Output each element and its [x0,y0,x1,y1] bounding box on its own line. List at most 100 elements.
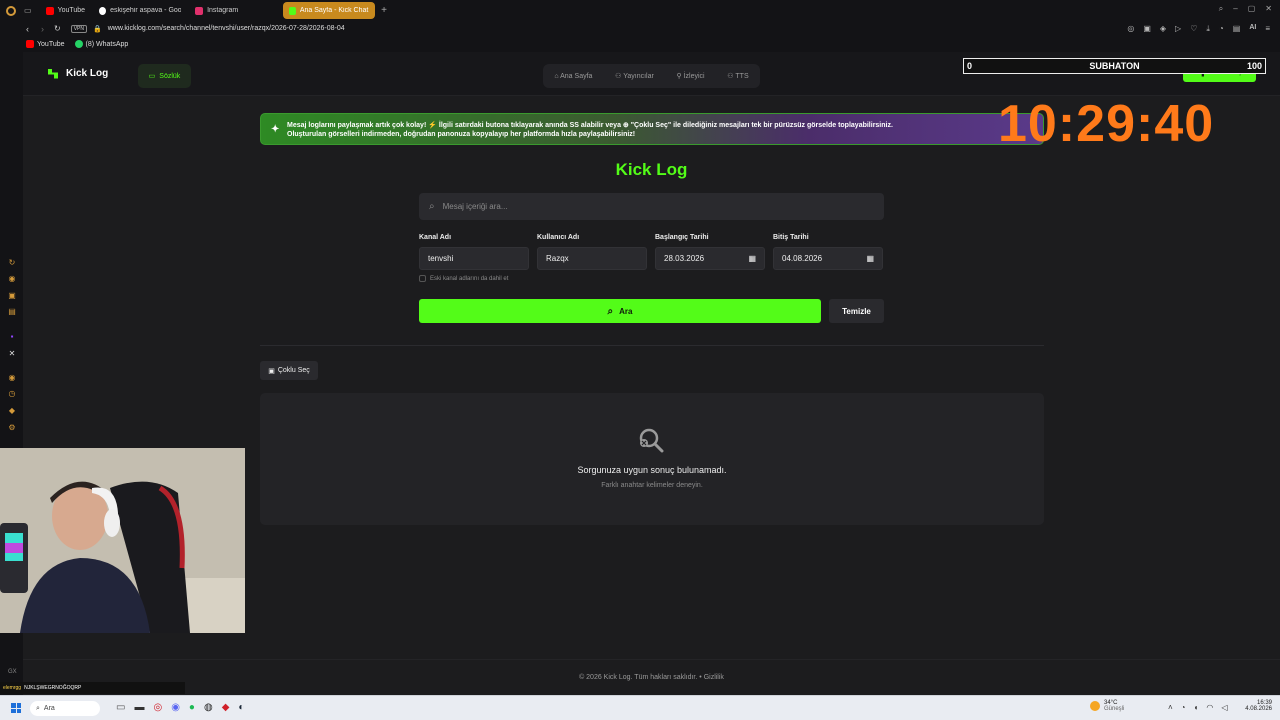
empty-results-card: Sorgunuza uygun sonuç bulunamadı. Farklı… [260,393,1044,525]
volume-icon[interactable]: ◁ [1221,703,1227,712]
ai-button[interactable]: AI [1249,24,1256,34]
youtube-icon [45,6,54,15]
messenger-icon[interactable]: ◉ [8,275,16,283]
dictionary-button[interactable]: ▭ Sözlük [138,64,191,88]
end-date-input[interactable]: 04.08.2026 ▦ [773,247,883,270]
extensions-icon[interactable]: ◔ [1219,24,1224,34]
tab-overview-icon[interactable]: ▭ [24,6,32,15]
maximize-icon[interactable]: ▢ [1248,4,1256,14]
tab-kick-log[interactable]: Ana Sayfa - Kick Chat Log [283,2,376,19]
chevron-up-icon[interactable]: ˄ [1168,703,1173,712]
banner-line-1: Mesaj loglarını paylaşmak artık çok kola… [287,122,893,129]
kick-icon [289,6,296,15]
vpn-badge[interactable]: VPN [70,24,87,33]
discord-icon[interactable]: ◉ [171,702,180,713]
taskview-icon[interactable]: ▭ [116,702,125,713]
message-search-input[interactable]: ⌕ Mesaj içeriği ara... [419,193,884,220]
twitch-icon[interactable]: ▪ [8,333,16,341]
shield-icon[interactable]: ◈ [1160,24,1166,34]
tab-google[interactable]: eskişehir aspava - Google [93,2,187,19]
back-icon[interactable]: ‹ [26,24,29,34]
multi-select-button[interactable]: ▣ Çoklu Seç [260,361,318,380]
weather-widget[interactable]: 34°C Güneşli [1090,700,1124,712]
search-not-found-icon [638,427,664,453]
calendar-icon[interactable]: ▦ [748,254,756,263]
start-icon[interactable] [11,703,21,713]
nav-tts[interactable]: ⚇ TTS [727,72,748,80]
spotify-icon[interactable]: ● [189,702,195,713]
bookmark-whatsapp[interactable]: (8) WhatsApp [74,40,128,48]
lock-icon: 🔒 [92,25,102,33]
settings-icon[interactable]: ⚙ [8,424,16,432]
download-icon[interactable]: ⤓ [1206,24,1210,34]
url-field[interactable]: www.kicklog.com/search/channel/tenvshi/u… [108,25,345,32]
more-icon[interactable]: ≡ [1265,24,1270,34]
end-date-label: Bitiş Tarihi [773,234,809,241]
history-icon[interactable]: ↻ [8,259,16,267]
network-icon[interactable]: ◔ [1181,703,1186,712]
old-names-checkbox[interactable]: Eski kanal adlarını da dahil et [419,275,508,282]
chat-user: elemrgg [3,685,22,691]
mail-icon[interactable]: ▤ [8,308,16,316]
heart-icon[interactable]: ♡ [1190,24,1197,34]
start-date-input[interactable]: 28.03.2026 ▦ [655,247,765,270]
username-label: Kullanıcı Adı [537,234,580,241]
forward-icon[interactable]: › [41,24,44,34]
whatsapp-icon [74,40,83,48]
minimize-icon[interactable]: – [1233,4,1237,14]
channel-input[interactable]: tenvshi [419,247,529,270]
bookmark-youtube[interactable]: YouTube [26,40,65,48]
file-explorer-icon[interactable]: ▬ [134,702,144,713]
webcam-feed [0,448,245,633]
play-icon[interactable]: ▷ [1175,24,1181,34]
checkbox-box[interactable] [419,275,426,282]
taskbar-clock[interactable]: 16:39 4.08.2026 [1240,700,1272,712]
x-icon[interactable]: ✕ [8,350,16,358]
info-banner: ✦ Mesaj loglarını paylaşmak artık çok ko… [260,113,1044,145]
tts-icon: ⚇ [727,73,734,80]
home-icon: ⌂ [554,72,559,80]
wallet-icon[interactable]: ▤ [1233,24,1241,34]
taskbar-search[interactable]: ⌕ Ara [30,701,100,716]
search-button[interactable]: ⌕ Ara [419,299,821,323]
nav-home[interactable]: ⌂ Ana Sayfa [554,73,592,80]
mic-icon[interactable]: ◖ [1194,703,1199,712]
camera-icon[interactable]: ◎ [1127,24,1134,34]
new-tab-button[interactable]: + [381,5,387,16]
gx-icon[interactable]: GX [8,668,17,676]
subhaton-bar: 0 SUBHATON 100 [963,58,1266,74]
brand-logo[interactable]: Kick Log [48,68,108,79]
search-icon: ⌕ [36,704,40,712]
player-icon[interactable]: ◉ [8,374,16,382]
viewer-icon: ⚲ [676,73,682,80]
pin-icon[interactable]: ◆ [8,407,16,415]
clear-button[interactable]: Temizle [829,299,884,323]
opera-gx-icon[interactable]: ◎ [153,702,162,713]
sun-icon [1090,701,1100,711]
calendar-icon[interactable]: ▦ [866,254,874,263]
steam-icon[interactable]: ◐ [238,702,244,713]
tab-youtube[interactable]: YouTube [40,2,92,19]
copy-icon: ▣ [268,367,275,375]
gamepad-icon[interactable]: ▣ [8,292,16,300]
nav-viewer[interactable]: ⚲ İzleyici [677,72,705,80]
browser-menu-icon[interactable] [6,5,16,16]
reload-icon[interactable]: ↻ [54,24,61,33]
nav-streamers[interactable]: ⚇ Yayıncılar [615,72,654,80]
app-icon[interactable]: ◆ [222,702,230,713]
tab-instagram[interactable]: Instagram [189,2,281,19]
wifi-icon[interactable]: ◠ [1206,703,1213,712]
streamer-silhouette [0,448,245,633]
clock-icon[interactable]: ◷ [8,390,16,398]
snapshot-icon[interactable]: ▣ [1143,24,1151,34]
main-nav: ⌂ Ana Sayfa ⚇ Yayıncılar ⚲ İzleyici ⚇ TT… [543,64,760,88]
google-icon [99,6,107,15]
channel-label: Kanal Adı [419,234,452,241]
close-icon[interactable]: ✕ [1265,4,1272,14]
chat-message: NJKLŞWEGRNOĞOQRP [24,685,82,691]
search-tabs-icon[interactable]: ⌕ [1219,4,1223,14]
users-icon: ⚇ [615,73,622,80]
username-input[interactable]: Razqx [537,247,647,270]
obs-icon[interactable]: ◍ [204,702,213,713]
privacy-link[interactable]: Gizlilik [704,674,724,681]
